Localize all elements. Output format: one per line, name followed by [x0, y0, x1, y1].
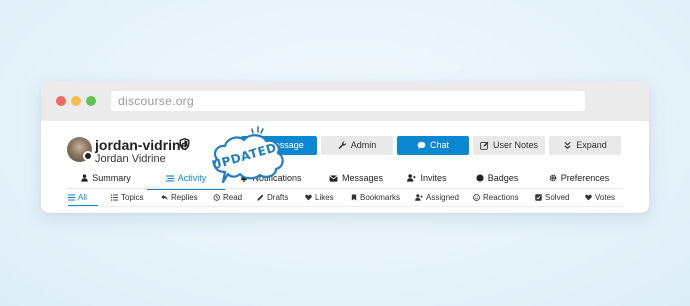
maximize-window-button[interactable]	[86, 96, 96, 106]
close-window-button[interactable]	[56, 96, 66, 106]
nav-divider	[67, 188, 623, 189]
history-icon	[213, 194, 220, 201]
subtab-likes[interactable]: Likes	[305, 191, 334, 207]
subnav-divider	[67, 206, 623, 207]
user-plus-icon	[415, 194, 423, 201]
subtab-assigned[interactable]: Assigned	[415, 191, 459, 207]
subtab-votes[interactable]: Votes	[585, 191, 615, 207]
chat-bubble-icon	[417, 141, 426, 150]
user-plus-icon	[407, 174, 417, 182]
full-name: Jordan Vidrine	[95, 153, 166, 165]
user-notes-button-label: User Notes	[492, 140, 538, 150]
subtab-topics[interactable]: Topics	[111, 191, 144, 207]
pen-square-icon	[480, 141, 489, 150]
list-icon	[68, 194, 75, 201]
subtab-votes-label: Votes	[595, 193, 616, 202]
subtab-solved[interactable]: Solved	[535, 191, 569, 207]
subtab-all-label: All	[78, 193, 87, 202]
tab-badges[interactable]: Badges	[461, 170, 533, 190]
subtab-reactions-label: Reactions	[483, 193, 519, 202]
username: jordan-vidrine	[95, 137, 189, 153]
check-square-icon	[535, 194, 542, 201]
subtab-all[interactable]: All	[68, 191, 98, 207]
tab-invites-label: Invites	[420, 173, 447, 183]
subtab-replies-label: Replies	[171, 193, 198, 202]
pencil-icon	[257, 194, 264, 201]
reply-icon	[161, 194, 168, 201]
subtab-assigned-label: Assigned	[426, 193, 459, 202]
subtab-bookmarks[interactable]: Bookmarks	[351, 191, 400, 207]
subtab-replies[interactable]: Replies	[161, 191, 198, 207]
tab-activity-label: Activity	[177, 173, 207, 183]
chat-button-label: Chat	[429, 140, 449, 150]
heart-icon	[585, 194, 592, 201]
expand-button[interactable]: Expand	[549, 136, 621, 155]
bookmark-icon	[351, 194, 357, 201]
wrench-icon	[338, 141, 346, 149]
address-bar[interactable]: discourse.org	[111, 91, 585, 111]
subtab-likes-label: Likes	[315, 193, 334, 202]
tab-messages-label: Messages	[341, 173, 384, 183]
subtab-read-label: Read	[223, 193, 243, 202]
subtab-drafts[interactable]: Drafts	[257, 191, 288, 207]
user-icon	[81, 174, 88, 182]
cog-icon	[549, 174, 557, 182]
shield-icon	[179, 138, 190, 150]
subtab-drafts-label: Drafts	[267, 193, 289, 202]
status-indicator	[83, 151, 93, 161]
subtab-read[interactable]: Read	[213, 191, 242, 207]
certificate-icon	[476, 174, 484, 182]
tab-preferences-label: Preferences	[560, 173, 610, 183]
chat-button[interactable]: Chat	[397, 136, 469, 155]
angle-double-down-icon	[564, 141, 571, 149]
smile-icon	[473, 194, 480, 201]
expand-button-label: Expand	[576, 140, 607, 150]
tab-messages[interactable]: Messages	[317, 170, 395, 190]
heart-icon	[305, 194, 312, 201]
tab-summary[interactable]: Summary	[67, 170, 145, 190]
subtab-topics-label: Topics	[121, 193, 144, 202]
subtab-bookmarks-label: Bookmarks	[360, 193, 401, 202]
stream-icon	[165, 175, 174, 182]
list-ul-icon	[111, 194, 118, 201]
browser-window: discourse.org jordan-vidrine Jordan Vidr…	[41, 81, 649, 213]
browser-titlebar: discourse.org	[41, 81, 649, 121]
admin-button-label: Admin	[350, 140, 377, 150]
user-notes-button[interactable]: User Notes	[473, 136, 545, 155]
minimize-window-button[interactable]	[71, 96, 81, 106]
tab-invites[interactable]: Invites	[395, 170, 459, 190]
tab-preferences[interactable]: Preferences	[535, 170, 623, 190]
tab-badges-label: Badges	[487, 173, 519, 183]
subtab-solved-label: Solved	[545, 193, 570, 202]
tab-summary-label: Summary	[92, 173, 131, 183]
envelope-icon	[329, 175, 338, 182]
admin-button[interactable]: Admin	[321, 136, 393, 155]
subtab-reactions[interactable]: Reactions	[473, 191, 519, 207]
